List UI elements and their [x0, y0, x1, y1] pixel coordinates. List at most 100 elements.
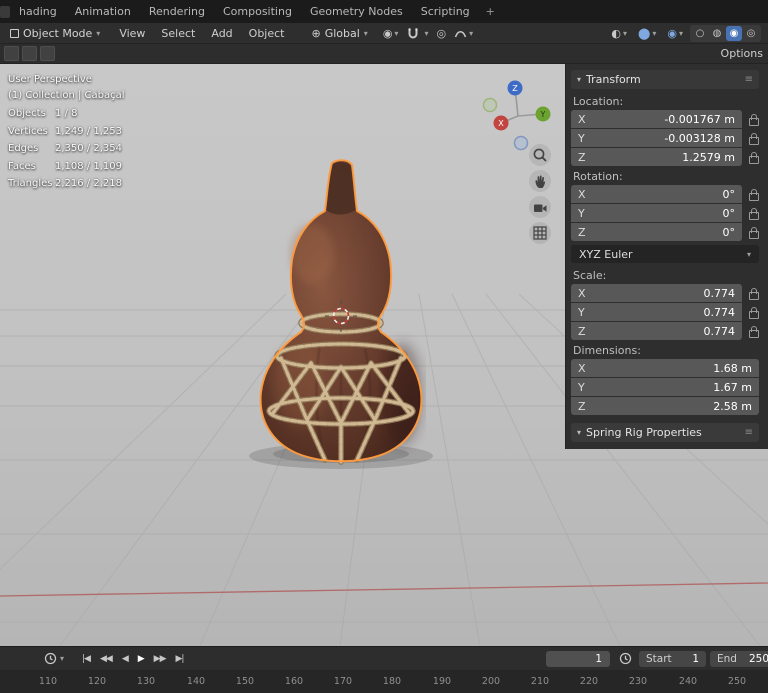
menu-select[interactable]: Select: [153, 23, 203, 44]
frame-start-field[interactable]: Start 1: [639, 650, 706, 667]
lock-icon[interactable]: [748, 307, 759, 319]
gourd-object[interactable]: [259, 159, 423, 465]
camera-view-button[interactable]: [529, 196, 551, 218]
rotation-mode-dropdown[interactable]: XYZ Euler ▾: [571, 245, 759, 263]
falloff-curve-icon: [454, 31, 467, 38]
menu-add[interactable]: Add: [203, 23, 240, 44]
tab-animation[interactable]: Animation: [66, 0, 140, 23]
dimensions-label: Dimensions:: [573, 344, 641, 357]
transform-orientation-dropdown[interactable]: ⊕ Global ▾: [306, 24, 372, 42]
play-reverse-button[interactable]: ◀: [122, 654, 129, 664]
use-preview-range-toggle[interactable]: [619, 652, 632, 665]
snap-toggle[interactable]: [402, 24, 424, 42]
rotation-z-field[interactable]: Z 0°: [571, 223, 742, 241]
axis-neg-z-ball[interactable]: [513, 135, 529, 151]
scale-z-field[interactable]: Z 0.774: [571, 322, 742, 340]
axis-y-label: Y: [540, 110, 546, 119]
rotation-mode-value: XYZ Euler: [579, 247, 633, 261]
add-workspace-button[interactable]: +: [479, 0, 502, 23]
topbar: hading Animation Rendering Compositing G…: [0, 0, 768, 23]
shading-wireframe-button[interactable]: ○: [692, 26, 708, 41]
lock-icon[interactable]: [748, 227, 759, 239]
tab-geometry-nodes[interactable]: Geometry Nodes: [301, 0, 412, 23]
proportional-falloff-dropdown[interactable]: ▾: [450, 24, 477, 42]
axis-x-label: X: [498, 119, 504, 128]
dimensions-z-field[interactable]: Z 2.58 m: [571, 397, 759, 415]
mode-selector[interactable]: Object Mode ▾: [5, 24, 105, 42]
spring-rig-panel-header[interactable]: ▾ Spring Rig Properties ≡: [571, 423, 759, 442]
frame-end-field[interactable]: End 250: [710, 650, 768, 667]
tool-settings-toggle[interactable]: [22, 46, 37, 61]
frame-tick: 140: [186, 676, 206, 687]
x-axis-line: [0, 582, 768, 597]
rotation-x-field[interactable]: X 0°: [571, 185, 742, 203]
zoom-button[interactable]: [529, 144, 551, 166]
axis-label: X: [578, 361, 586, 375]
overlays-dropdown[interactable]: ◉ ▾: [663, 24, 687, 42]
play-button[interactable]: ▶: [138, 654, 145, 664]
gizmos-dropdown[interactable]: ⬤ ▾: [634, 24, 660, 42]
rotation-y-field[interactable]: Y 0°: [571, 204, 742, 222]
tab-scripting[interactable]: Scripting: [412, 0, 479, 23]
pan-button[interactable]: [529, 170, 551, 192]
clock-icon: [619, 652, 632, 665]
navigation-gizmo[interactable]: Z Y X: [468, 70, 568, 154]
menu-view[interactable]: View: [111, 23, 153, 44]
lock-icon[interactable]: [748, 133, 759, 145]
transform-panel-header[interactable]: ▾ Transform ≡: [571, 70, 759, 89]
mode-label: Object Mode: [23, 26, 93, 40]
axis-value: 1.68 m: [713, 361, 752, 375]
menu-object[interactable]: Object: [241, 23, 293, 44]
visibility-dropdown[interactable]: ◐ ▾: [607, 24, 631, 42]
dimensions-x-field[interactable]: X 1.68 m: [571, 359, 759, 377]
options-button[interactable]: Options: [721, 47, 764, 60]
lock-icon[interactable]: [748, 152, 759, 164]
jump-to-start-button[interactable]: |◀: [82, 654, 91, 664]
blender-logo-icon[interactable]: [0, 5, 10, 18]
lock-icon[interactable]: [748, 189, 759, 201]
editor-type-button[interactable]: [4, 46, 19, 61]
scale-x-field[interactable]: X 0.774: [571, 284, 742, 302]
proportional-editing-toggle[interactable]: ◎: [432, 24, 450, 42]
shading-rendered-button[interactable]: ◎: [743, 26, 759, 41]
scale-label: Scale:: [573, 269, 607, 282]
frame-tick: 110: [38, 676, 58, 687]
lock-icon[interactable]: [748, 208, 759, 220]
tab-compositing[interactable]: Compositing: [214, 0, 301, 23]
jump-to-end-button[interactable]: ▶|: [176, 654, 185, 664]
chevron-down-icon: ▾: [678, 28, 683, 38]
panel-menu-icon[interactable]: ≡: [745, 427, 753, 438]
location-y-field[interactable]: Y -0.003128 m: [571, 129, 742, 147]
shading-material-button[interactable]: ◉: [726, 25, 742, 41]
lock-icon[interactable]: [748, 288, 759, 300]
frame-tick: 250: [727, 676, 747, 687]
viewport-display-controls: ◐ ▾ ⬤ ▾ ◉ ▾ ○ ◍ ◉ ◎: [607, 24, 763, 42]
shading-solid-button[interactable]: ◍: [709, 26, 725, 41]
scale-y-field[interactable]: Y 0.774: [571, 303, 742, 321]
tab-shading[interactable]: hading: [10, 0, 66, 23]
timeline-ruler[interactable]: 110 120 130 140 150 160 170 180 190 200 …: [0, 670, 768, 693]
current-frame-field[interactable]: 1: [546, 650, 610, 667]
panel-menu-icon[interactable]: ≡: [745, 74, 753, 85]
active-tool-icon[interactable]: [40, 46, 55, 61]
panel-title: Spring Rig Properties: [586, 426, 702, 439]
dimensions-y-field[interactable]: Y 1.67 m: [571, 378, 759, 396]
lock-icon[interactable]: [748, 326, 759, 338]
previous-keyframe-button[interactable]: ◀◀: [100, 654, 113, 664]
timeline-editor-type-dropdown[interactable]: ▾: [44, 652, 64, 665]
ortho-toggle-button[interactable]: [529, 222, 551, 244]
location-fields: X -0.001767 m Y -0.003128 m Z 1.2579 m: [571, 110, 759, 166]
active-collection-label: (1) Collection | Cabaçal: [8, 90, 125, 101]
axis-neg-y-ball[interactable]: [482, 97, 498, 113]
tab-rendering[interactable]: Rendering: [140, 0, 214, 23]
timeline-header: ▾ |◀ ◀◀ ◀ ▶ ▶▶ ▶| 1 Start 1 End 250: [0, 646, 768, 670]
location-z-field[interactable]: Z 1.2579 m: [571, 148, 742, 166]
next-keyframe-button[interactable]: ▶▶: [154, 654, 167, 664]
lock-icon[interactable]: [748, 114, 759, 126]
frame-tick: 210: [530, 676, 550, 687]
pivot-point-dropdown[interactable]: ◉ ▾: [379, 24, 403, 42]
blender-window: hading Animation Rendering Compositing G…: [0, 0, 768, 693]
snap-with-dropdown[interactable]: ▾: [424, 29, 428, 38]
location-x-field[interactable]: X -0.001767 m: [571, 110, 742, 128]
axis-value: 0°: [722, 187, 736, 201]
